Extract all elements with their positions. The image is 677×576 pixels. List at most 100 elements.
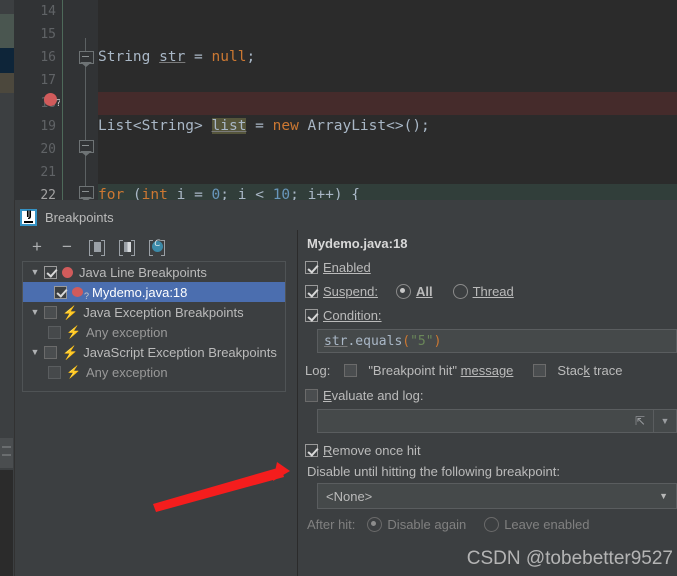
- marker-brown: [0, 73, 14, 93]
- marker-green: [0, 14, 14, 48]
- tool-window-header: IJ Breakpoints: [14, 204, 114, 230]
- evaluate-log-row[interactable]: Evaluate and log:: [305, 388, 677, 403]
- disable-until-combobox[interactable]: <None> ▼: [317, 483, 677, 509]
- condition-input[interactable]: str .equals("5"): [317, 329, 677, 353]
- remove-breakpoint-button[interactable]: −: [55, 236, 79, 258]
- log-row: Log: "Breakpoint hit" message Stack trac…: [305, 363, 677, 378]
- line-number: 16: [40, 50, 56, 65]
- enabled-row[interactable]: Enabled: [305, 260, 677, 275]
- after-hit-row[interactable]: After hit: Disable again Leave enabled: [307, 517, 677, 532]
- suspend-all-radio[interactable]: [395, 284, 411, 299]
- enabled-label: Enabled: [323, 260, 371, 275]
- red-bolt-icon: ⚡: [62, 304, 79, 320]
- chevron-down-icon[interactable]: ▼: [659, 491, 668, 501]
- code-line-16: for (int i = 0; i < 10; i++) {: [98, 187, 361, 200]
- line-number: 15: [40, 27, 56, 42]
- code-line-15: List<String> list = new ArrayList<>();: [98, 118, 430, 134]
- add-breakpoint-button[interactable]: +: [25, 236, 49, 258]
- evaluate-log-input[interactable]: ⇱: [318, 410, 653, 432]
- stack-trace-checkbox[interactable]: [533, 364, 547, 377]
- stack-trace-label: Stack trace: [557, 363, 623, 378]
- log-message-label: "Breakpoint hit" message: [368, 363, 514, 378]
- line-number: 17: [40, 73, 56, 88]
- code-text-area[interactable]: String str = null; List<String> list = n…: [98, 0, 677, 200]
- red-dot-question-icon: [72, 287, 83, 297]
- mute-breakpoints-button[interactable]: [145, 236, 169, 258]
- tree-item-checkbox[interactable]: [44, 305, 57, 319]
- after-hit-label: After hit:: [307, 517, 356, 532]
- condition-label: Condition:: [323, 308, 382, 323]
- tree-item-checkbox[interactable]: [44, 265, 57, 279]
- scrollbar-thumb[interactable]: [0, 438, 13, 468]
- suspend-thread-label: Thread: [472, 284, 514, 299]
- tree-item-label: Mydemo.java:18: [92, 284, 188, 300]
- suspend-row[interactable]: Suspend: All Thread: [305, 284, 677, 299]
- bracket-folder-icon: [89, 240, 105, 256]
- tree-item-label: Any exception: [85, 364, 168, 380]
- remove-once-hit-checkbox[interactable]: [305, 444, 318, 457]
- tree-item-any-exception-js[interactable]: ⚡ Any exception: [23, 362, 285, 382]
- tree-item-checkbox[interactable]: [44, 345, 57, 359]
- condition-token-4: "5": [410, 333, 434, 349]
- log-message-checkbox[interactable]: [344, 364, 358, 377]
- evaluate-log-input-group[interactable]: ⇱ ▼: [317, 409, 677, 433]
- tree-item-mydemo-java-18[interactable]: ? Mydemo.java:18: [23, 282, 285, 302]
- tool-window-body: + − C ▼ Java Line Breakpoints ? Mydemo.j…: [15, 230, 677, 576]
- group-by-file-button[interactable]: [115, 236, 139, 258]
- tree-item-checkbox[interactable]: [48, 325, 61, 339]
- bracket-circle-icon: [149, 239, 165, 256]
- editor-marker-strip[interactable]: [0, 0, 14, 200]
- fold-marker-icon[interactable]: [79, 51, 94, 67]
- condition-question-mark: ?: [84, 291, 90, 301]
- tree-item-checkbox[interactable]: [54, 285, 67, 299]
- suspend-all-label: All: [415, 284, 433, 299]
- red-bolt-icon: ⚡: [62, 344, 79, 360]
- tree-item-java-exception-breakpoints[interactable]: ▼ ⚡ Java Exception Breakpoints: [23, 302, 285, 322]
- suspend-checkbox[interactable]: [305, 285, 318, 298]
- watermark: CSDN @tobebetter9527: [466, 548, 673, 569]
- condition-token-3: (: [402, 333, 411, 349]
- detail-title: Mydemo.java:18: [307, 236, 408, 251]
- after-hit-disable-again-radio[interactable]: [367, 517, 383, 532]
- tree-item-java-line-breakpoints[interactable]: ▼ Java Line Breakpoints: [23, 262, 285, 282]
- breakpoints-tree[interactable]: ▼ Java Line Breakpoints ? Mydemo.java:18…: [22, 261, 286, 392]
- fold-marker-icon[interactable]: [79, 140, 94, 156]
- editor-fold-column[interactable]: [60, 0, 98, 200]
- side-strip-lower: [0, 470, 13, 576]
- marker-navy: [0, 48, 14, 73]
- chevron-down-icon[interactable]: ▼: [26, 307, 44, 317]
- remove-once-hit-row[interactable]: Remove once hit: [305, 443, 677, 458]
- remove-once-hit-label: Remove once hit: [323, 443, 421, 458]
- evaluate-log-dropdown-button[interactable]: ▼: [653, 410, 676, 432]
- minus-icon: −: [62, 237, 72, 256]
- expand-diagonal-icon[interactable]: ⇱: [635, 415, 647, 427]
- breakpoints-toolbar: + −: [20, 234, 295, 260]
- tree-item-any-exception-java[interactable]: ⚡ Any exception: [23, 322, 285, 342]
- tree-item-checkbox[interactable]: [48, 365, 61, 379]
- condition-token-2: .equals: [347, 333, 403, 349]
- evaluate-log-label: Evaluate and log:: [323, 388, 424, 403]
- condition-row[interactable]: Condition:: [305, 308, 677, 323]
- line-number: 21: [40, 165, 56, 180]
- evaluate-log-checkbox[interactable]: [305, 389, 318, 402]
- after-hit-leave-enabled-radio[interactable]: [484, 517, 500, 532]
- code-line-14: String str = null;: [98, 49, 256, 65]
- view-breakpoints-button[interactable]: [85, 236, 109, 258]
- condition-checkbox[interactable]: [305, 309, 318, 322]
- enabled-checkbox[interactable]: [305, 261, 318, 274]
- chevron-down-icon[interactable]: ▼: [26, 267, 44, 277]
- tree-item-javascript-exception-breakpoints[interactable]: ▼ ⚡ JavaScript Exception Breakpoints: [23, 342, 285, 362]
- line-number: 19: [40, 119, 56, 134]
- panel-divider[interactable]: [297, 230, 298, 576]
- tree-item-label: Java Exception Breakpoints: [83, 304, 244, 320]
- suspend-thread-radio[interactable]: [452, 284, 468, 299]
- chevron-down-icon[interactable]: ▼: [26, 347, 44, 357]
- code-editor[interactable]: 14 15 16 17 18 19 20 21 22 ? String str …: [0, 0, 677, 200]
- tree-item-label: Java Line Breakpoints: [79, 264, 207, 280]
- after-hit-disable-again-label: Disable again: [387, 517, 467, 532]
- intellij-idea-icon: IJ: [20, 208, 37, 226]
- red-bolt-dim-icon: ⚡: [66, 365, 81, 379]
- red-bolt-dim-icon: ⚡: [66, 325, 81, 339]
- fold-marker-icon[interactable]: [79, 186, 94, 200]
- suspend-label: Suspend:: [323, 284, 378, 299]
